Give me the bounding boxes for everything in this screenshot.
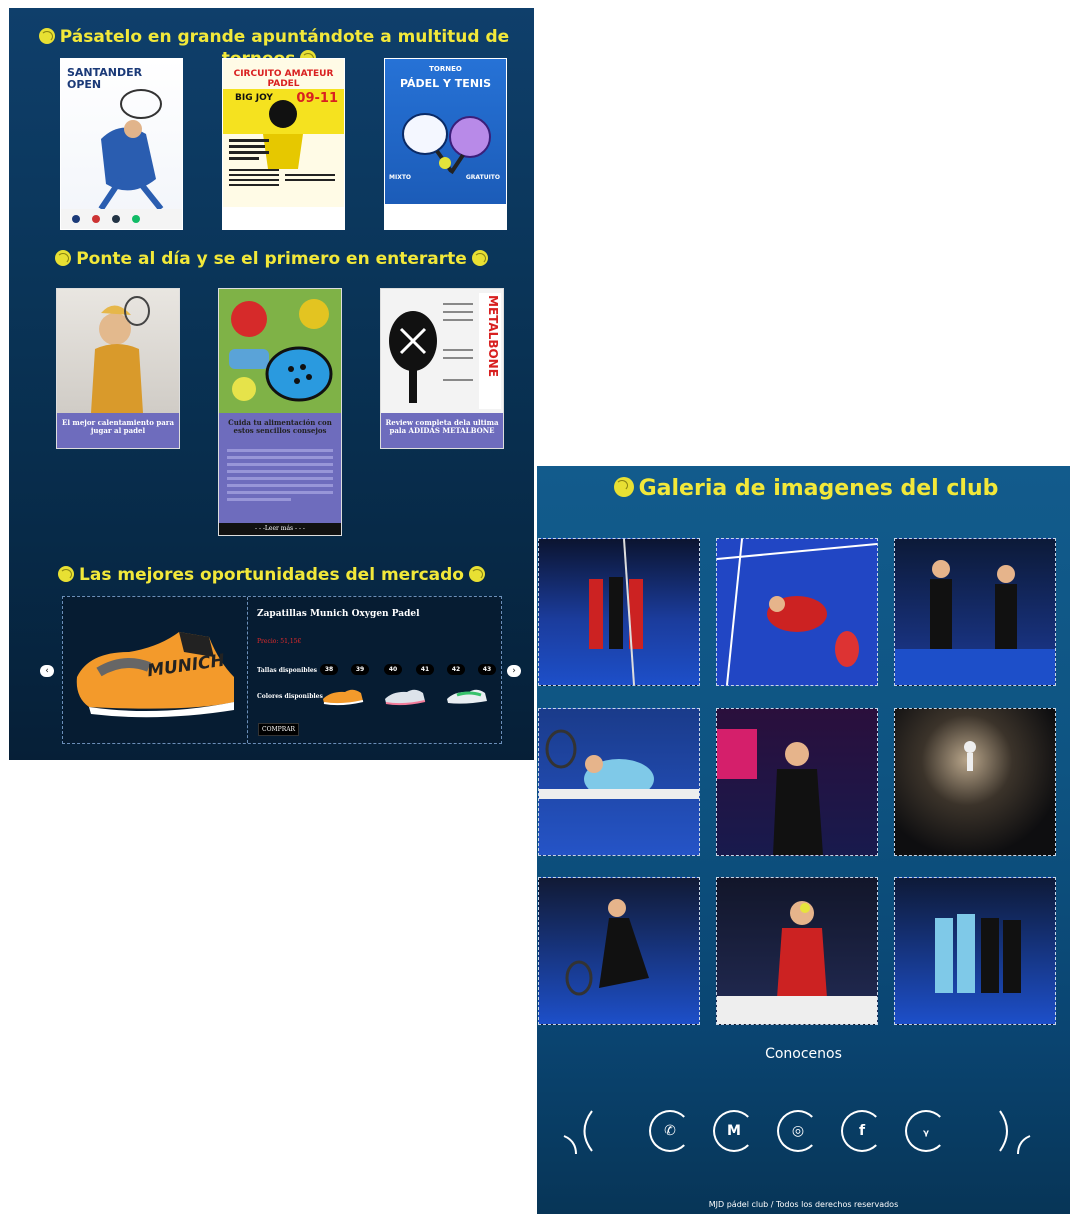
size-option[interactable]: 39 [351, 664, 369, 675]
news-card-excerpt [227, 449, 333, 501]
product-image: MUNICH [69, 622, 239, 722]
news-card-caption: Review completa dela ultima pala ADIDAS … [385, 418, 499, 435]
gmail-icon[interactable]: M [713, 1110, 755, 1152]
buy-button[interactable]: COMPRAR [258, 723, 300, 736]
player-illustration [223, 89, 344, 229]
decorative-swirl-left [563, 1110, 593, 1155]
tennis-ball-icon [58, 566, 75, 582]
gallery-photo[interactable] [894, 877, 1056, 1025]
product-card: MUNICH Zapatillas Munich Oxygen Padel Pr… [62, 596, 502, 744]
brand-label: METALBONE [486, 295, 500, 377]
about-link[interactable]: Conocenos [537, 1046, 1070, 1062]
colors-label: Colores disponibles [257, 693, 323, 700]
player-illustration [61, 89, 182, 229]
news-card-image [57, 289, 179, 413]
tennis-ball-icon [468, 566, 485, 582]
color-option-white[interactable] [383, 685, 427, 707]
gallery-page: Galeria de imagenes del club Conocenos ✆… [537, 466, 1070, 1214]
gallery-photo[interactable] [538, 538, 700, 686]
color-option-orange[interactable] [321, 685, 365, 707]
news-card-caption: Cuida tu alimentación con estos sencillo… [228, 418, 332, 435]
news-card-warmup[interactable]: El mejor calentamiento para jugar al pad… [56, 288, 180, 449]
size-option[interactable]: 38 [320, 664, 338, 675]
tournament-poster-circuito-amateur[interactable]: CIRCUITO AMATEUR PADEL BIG JOY 09-11 [222, 58, 345, 230]
read-more-link[interactable]: - - -Leer más - - - [219, 523, 341, 535]
section-title-news: Ponte al día y se el primero en enterart… [9, 248, 534, 270]
gallery-photo[interactable] [538, 708, 700, 856]
instagram-icon[interactable]: ◎ [777, 1110, 819, 1152]
footer-text: MJD pádel club / Todos los derechos rese… [708, 1200, 899, 1209]
news-card-review[interactable]: METALBONE Review completa dela ultima pa… [380, 288, 504, 449]
carousel-next-button[interactable]: › [507, 665, 521, 677]
section-title-market: Las mejores oportunidades del mercado [9, 564, 534, 586]
gallery-photo[interactable] [894, 538, 1056, 686]
tennis-ball-icon [38, 28, 55, 44]
news-card-caption: El mejor calentamiento para jugar al pad… [62, 418, 174, 435]
tennis-ball-icon [55, 250, 72, 266]
facebook-icon[interactable]: f [841, 1110, 883, 1152]
tennis-ball-icon [471, 250, 488, 266]
twitter-icon[interactable]: ᵧ [905, 1110, 947, 1152]
sizes-label: Tallas disponibles [257, 667, 318, 674]
whatsapp-icon[interactable]: ✆ [649, 1110, 691, 1152]
gallery-title: Galeria de imagenes del club [537, 476, 1070, 501]
gallery-photo[interactable] [716, 708, 878, 856]
divider [247, 597, 248, 743]
news-card-nutrition[interactable]: Cuida tu alimentación con estos sencillo… [218, 288, 342, 536]
news-card-image [219, 289, 341, 413]
size-option[interactable]: 41 [416, 664, 434, 675]
news-card-image: METALBONE [381, 289, 503, 413]
tournament-poster-santander[interactable]: SANTANDER OPEN [60, 58, 183, 230]
gallery-photo[interactable] [894, 708, 1056, 856]
size-option[interactable]: 42 [447, 664, 465, 675]
tennis-ball-icon [613, 477, 634, 497]
size-option[interactable]: 40 [384, 664, 402, 675]
color-option-green[interactable] [445, 685, 489, 707]
tournaments-page: Pásatelo en grande apuntándote a multitu… [9, 8, 534, 760]
gallery-photo[interactable] [538, 877, 700, 1025]
carousel-prev-button[interactable]: ‹ [40, 665, 54, 677]
gallery-photo[interactable] [716, 877, 878, 1025]
product-price: Precio: 51,15€ [257, 638, 302, 645]
decorative-swirl-right [999, 1110, 1031, 1155]
product-name: Zapatillas Munich Oxygen Padel [257, 609, 420, 619]
size-option[interactable]: 43 [478, 664, 496, 675]
racket-illustration [385, 113, 506, 229]
tournament-poster-padel-tenis[interactable]: TORNEO PÁDEL Y TENIS MIXTO GRATUITO [384, 58, 507, 230]
gallery-photo[interactable] [716, 538, 878, 686]
